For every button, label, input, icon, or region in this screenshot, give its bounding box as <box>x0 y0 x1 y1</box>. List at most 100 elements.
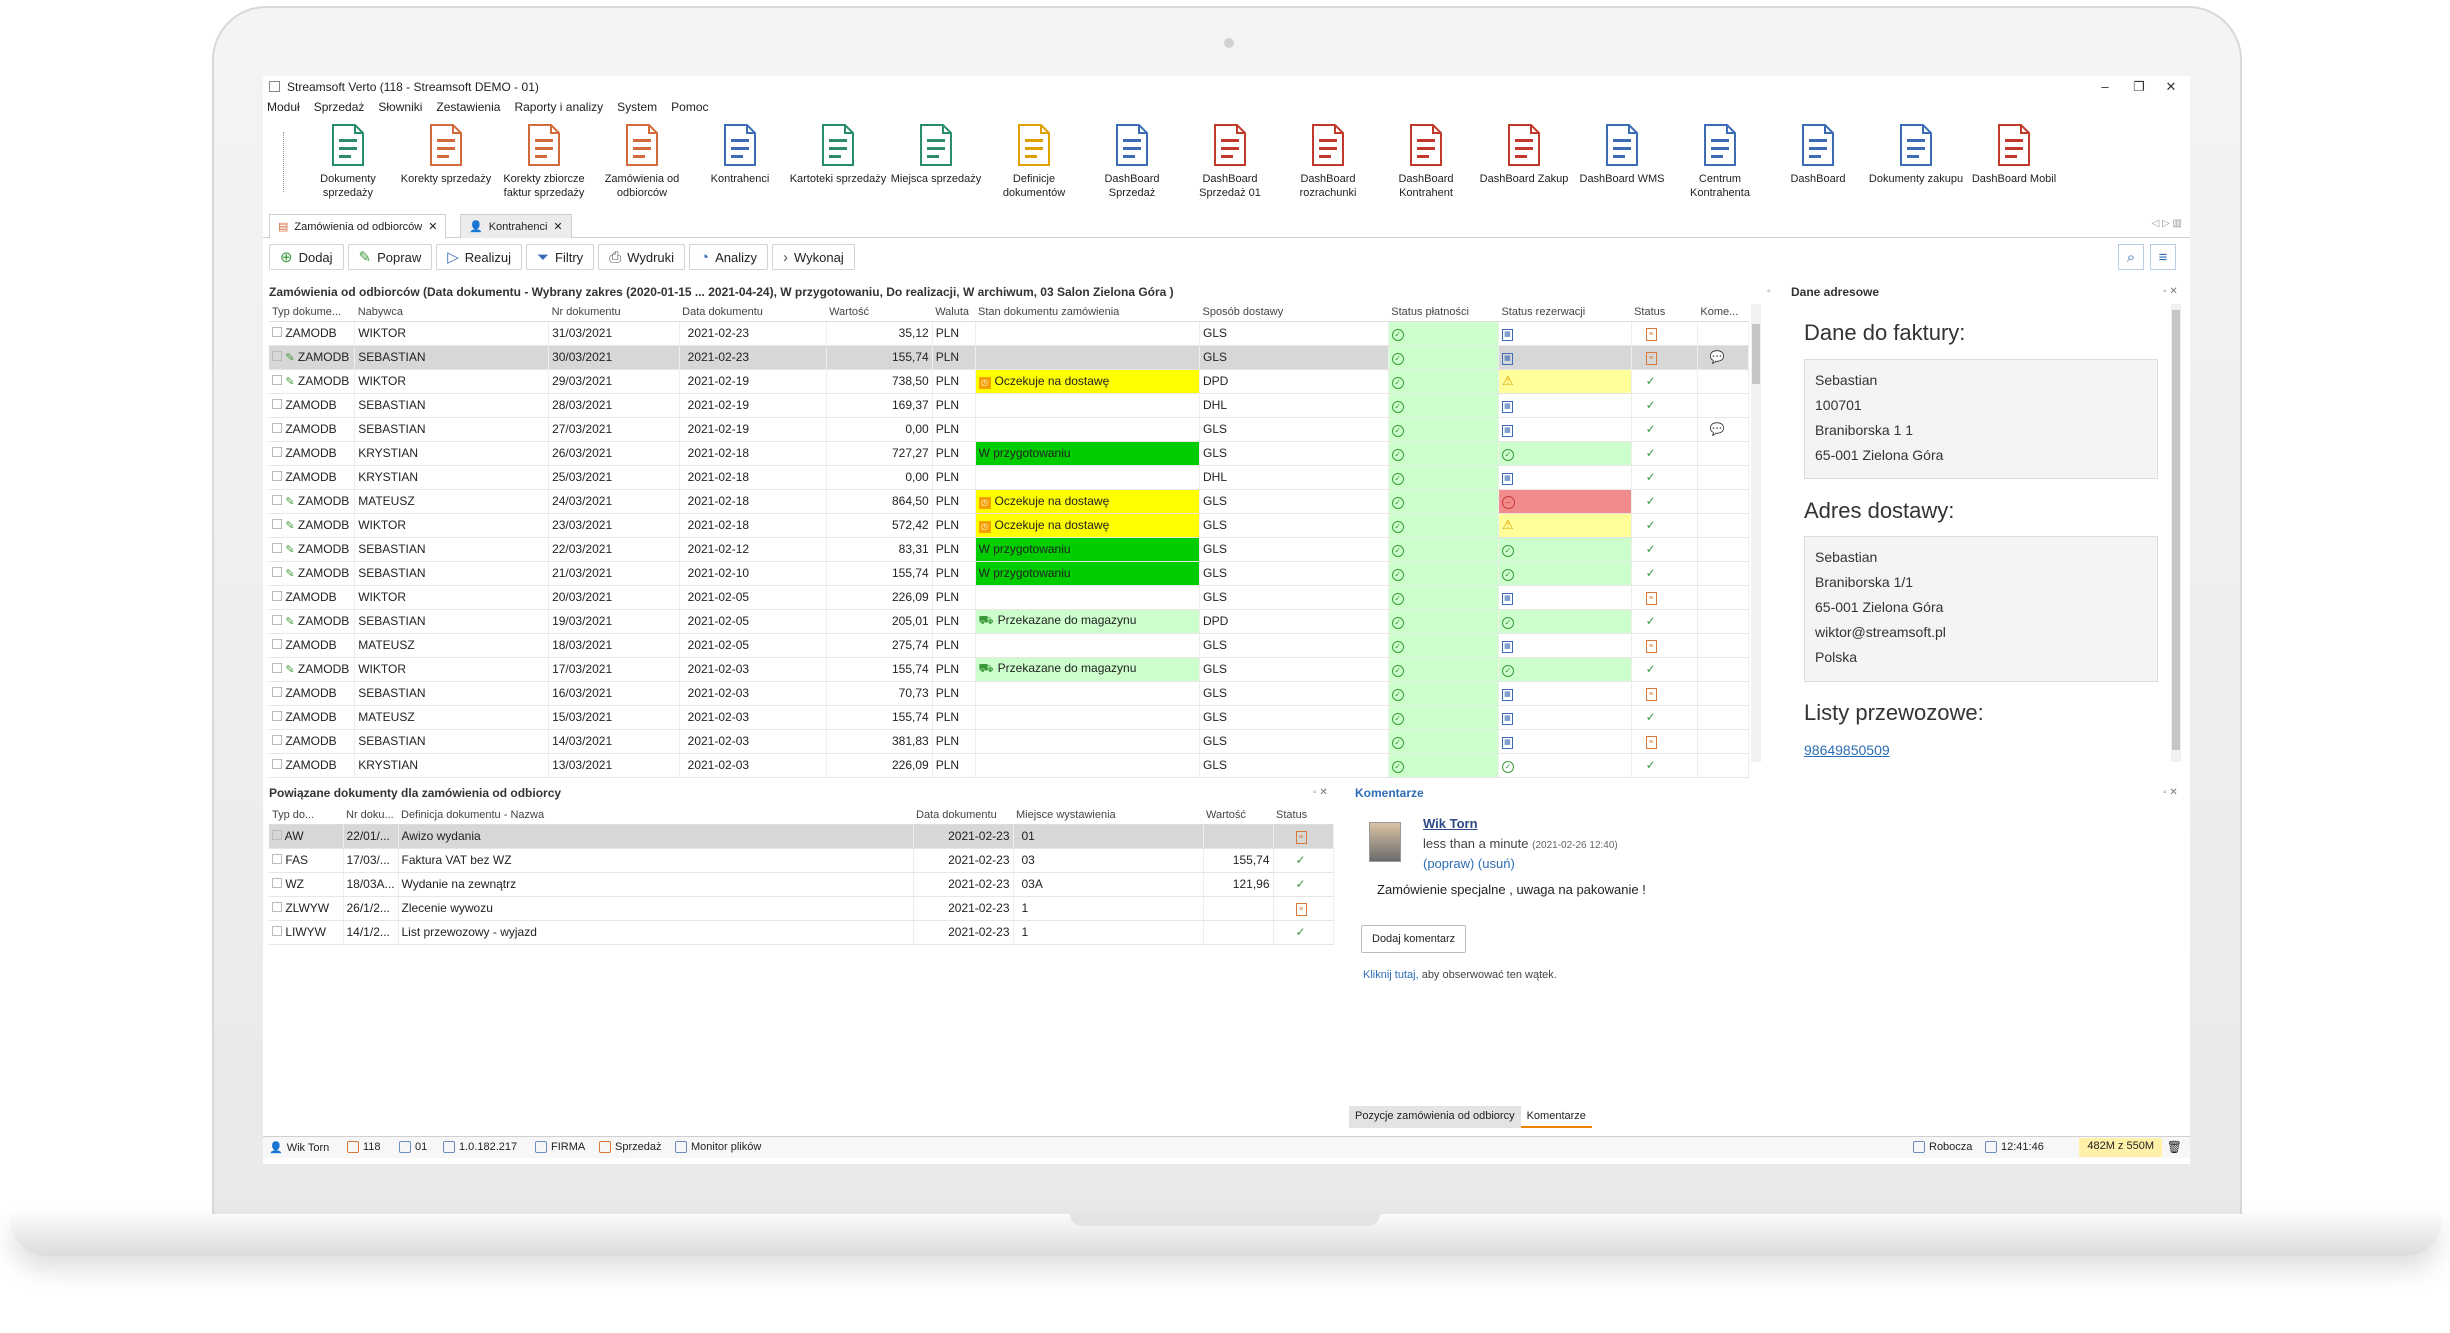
row-checkbox[interactable] <box>272 351 282 361</box>
close-tab-icon[interactable]: ✕ <box>428 220 437 233</box>
menu-modul[interactable]: Moduł <box>267 100 300 118</box>
execute-button[interactable]: › Wykonaj <box>772 244 855 270</box>
waybill-link[interactable]: 98649850509 <box>1804 742 1890 758</box>
comment-cell[interactable] <box>1697 729 1750 754</box>
prints-button[interactable]: ⎙ Wydruki <box>598 244 686 270</box>
ribbon-button[interactable]: Korekty zbiorcze faktur sprzedaży <box>495 122 593 204</box>
row-checkbox[interactable] <box>272 615 282 625</box>
comment-cell[interactable] <box>1697 441 1750 466</box>
follow-link[interactable]: Kliknij tutaj, <box>1363 969 1419 981</box>
column-header[interactable]: Status rezerwacji <box>1498 304 1632 322</box>
row-checkbox[interactable] <box>272 687 282 697</box>
row-checkbox[interactable] <box>272 735 282 745</box>
tab-navigation-icons[interactable]: ◁ ▷ ▥ <box>2152 218 2182 229</box>
menu-pomoc[interactable]: Pomoc <box>671 100 708 118</box>
ribbon-button[interactable]: DashBoard Sprzedaż <box>1083 122 1181 204</box>
comment-edit-link[interactable]: (popraw) <box>1423 856 1474 871</box>
address-scroll-thumb[interactable] <box>2172 310 2180 750</box>
ribbon-button[interactable]: Dokumenty zakupu <box>1867 122 1965 204</box>
column-header[interactable]: Stan dokumentu zamówienia <box>975 304 1200 322</box>
table-row[interactable]: ZAMODB KRYSTIAN 13/03/2021 2021-02-03 226,09… <box>269 753 1750 778</box>
column-header[interactable]: Status <box>1631 304 1698 322</box>
table-row[interactable]: LIWYW 14/1/2... List przewozowy - wyjazd 20… <box>269 920 1334 945</box>
menu-raporty[interactable]: Raporty i analizy <box>514 100 603 118</box>
orders-scroll-thumb[interactable] <box>1752 324 1760 384</box>
table-row[interactable]: AW 22/01/... Awizo wydania 2021-02-23 01 ≡ <box>269 824 1334 849</box>
comment-cell[interactable] <box>1697 705 1750 730</box>
table-row[interactable]: ✎ ZAMODB MATEUSZ 24/03/2021 2021-02-18 864,5… <box>269 489 1750 514</box>
add-comment-button[interactable]: Dodaj komentarz <box>1361 925 1467 953</box>
table-row[interactable]: ZAMODB KRYSTIAN 26/03/2021 2021-02-18 727,27… <box>269 441 1750 466</box>
address-panel-controls[interactable]: ◦ ✕ <box>2163 286 2178 297</box>
column-header[interactable]: Nabywca <box>354 304 549 322</box>
comment-cell[interactable] <box>1697 633 1750 658</box>
table-row[interactable]: ZAMODB WIKTOR 20/03/2021 2021-02-05 226,09 PL… <box>269 585 1750 610</box>
ribbon-button[interactable]: Zamówienia od odbiorców <box>593 122 691 204</box>
ribbon-button[interactable]: DashBoard rozrachunki <box>1279 122 1377 204</box>
table-row[interactable]: WZ 18/03A... Wydanie na zewnątrz 2021-02-23… <box>269 872 1334 897</box>
column-header[interactable]: Data dokumentu <box>679 304 827 322</box>
comment-cell[interactable] <box>1697 585 1750 610</box>
restore-button[interactable]: ❐ <box>2124 77 2154 97</box>
table-row[interactable]: ZAMODB SEBASTIAN 14/03/2021 2021-02-03 381,8… <box>269 729 1750 754</box>
column-header[interactable]: Definicja dokumentu - Nazwa <box>398 806 913 825</box>
column-header[interactable]: Kome... <box>1697 304 1749 322</box>
table-row[interactable]: ZAMODB KRYSTIAN 25/03/2021 2021-02-18 0,00 PL… <box>269 465 1750 490</box>
trash-icon[interactable]: 🗑 <box>2167 1140 2182 1154</box>
ribbon-button[interactable]: Kartoteki sprzedaży <box>789 122 887 204</box>
table-row[interactable]: ZLWYW 26/1/2... Zlecenie wywozu 2021-02-23 1… <box>269 896 1334 921</box>
ribbon-button[interactable]: Dokumenty sprzedaży <box>299 122 397 204</box>
orders-scrollbar[interactable] <box>1751 304 1761 762</box>
ribbon-button[interactable]: DashBoard Sprzedaż 01 <box>1181 122 1279 204</box>
row-checkbox[interactable] <box>272 591 282 601</box>
table-row[interactable]: ✎ ZAMODB WIKTOR 29/03/2021 2021-02-19 738,50… <box>269 369 1750 394</box>
comment-cell[interactable] <box>1697 321 1750 346</box>
menu-lines-icon[interactable]: ≡ <box>2150 244 2176 270</box>
ribbon-button[interactable]: Kontrahenci <box>691 122 789 204</box>
comment-cell[interactable] <box>1697 753 1750 778</box>
row-checkbox[interactable] <box>272 519 282 529</box>
table-row[interactable]: ZAMODB MATEUSZ 15/03/2021 2021-02-03 155,74 P… <box>269 705 1750 730</box>
ribbon-button[interactable]: DashBoard Mobil <box>1965 122 2063 204</box>
comments-panel-controls[interactable]: ◦ ✕ <box>2163 787 2178 798</box>
comment-cell[interactable] <box>1697 369 1750 394</box>
comment-icon[interactable]: 💬 <box>1710 422 1725 436</box>
column-header[interactable]: Wartość <box>1203 806 1273 825</box>
tab-zamowienia[interactable]: ▤ Zamówienia od odbiorców ✕ <box>269 214 447 238</box>
close-tab-icon[interactable]: ✕ <box>553 220 562 233</box>
realize-button[interactable]: ▷ Realizuj <box>436 244 522 270</box>
ribbon-button[interactable]: DashBoard Zakup <box>1475 122 1573 204</box>
column-header[interactable]: Status <box>1273 806 1333 825</box>
row-checkbox[interactable] <box>272 423 282 433</box>
row-checkbox[interactable] <box>272 399 282 409</box>
address-scrollbar[interactable] <box>2171 304 2181 762</box>
ribbon-button[interactable]: DashBoard Kontrahent <box>1377 122 1475 204</box>
row-checkbox[interactable] <box>272 663 282 673</box>
related-panel-controls[interactable]: ◦ ✕ <box>1313 787 1328 798</box>
comment-cell[interactable]: 💬 <box>1697 345 1750 370</box>
row-checkbox[interactable] <box>272 639 282 649</box>
tab-order-items[interactable]: Pozycje zamówienia od odbiorcy <box>1349 1106 1521 1128</box>
ribbon-button[interactable]: Miejsca sprzedaży <box>887 122 985 204</box>
menu-slowniki[interactable]: Słowniki <box>378 100 422 118</box>
comment-icon[interactable]: 💬 <box>1710 350 1725 364</box>
tab-kontrahenci[interactable]: 👤 Kontrahenci ✕ <box>460 214 572 238</box>
table-row[interactable]: ✎ ZAMODB SEBASTIAN 22/03/2021 2021-02-12 83,… <box>269 537 1750 562</box>
column-header[interactable]: Waluta <box>932 304 976 322</box>
tab-comments[interactable]: Komentarze <box>1520 1106 1592 1128</box>
edit-button[interactable]: ✎ Popraw <box>347 244 433 270</box>
table-row[interactable]: ✎ ZAMODB WIKTOR 23/03/2021 2021-02-18 572,42… <box>269 513 1750 538</box>
table-row[interactable]: ZAMODB SEBASTIAN 16/03/2021 2021-02-03 70,73… <box>269 681 1750 706</box>
ribbon-button[interactable]: Centrum Kontrahenta <box>1671 122 1769 204</box>
table-row[interactable]: ZAMODB SEBASTIAN 27/03/2021 2021-02-19 0,00 P… <box>269 417 1750 442</box>
comment-cell[interactable] <box>1697 465 1750 490</box>
row-checkbox[interactable] <box>272 878 282 888</box>
table-row[interactable]: FAS 17/03/... Faktura VAT bez WZ 2021-02-23… <box>269 848 1334 873</box>
ribbon-button[interactable]: DashBoard WMS <box>1573 122 1671 204</box>
column-header[interactable]: Status płatności <box>1388 304 1499 322</box>
comment-cell[interactable] <box>1697 561 1750 586</box>
comment-cell[interactable] <box>1697 489 1750 514</box>
ribbon-button[interactable]: Definicje dokumentów <box>985 122 1083 204</box>
row-checkbox[interactable] <box>272 327 282 337</box>
comment-cell[interactable] <box>1697 537 1750 562</box>
